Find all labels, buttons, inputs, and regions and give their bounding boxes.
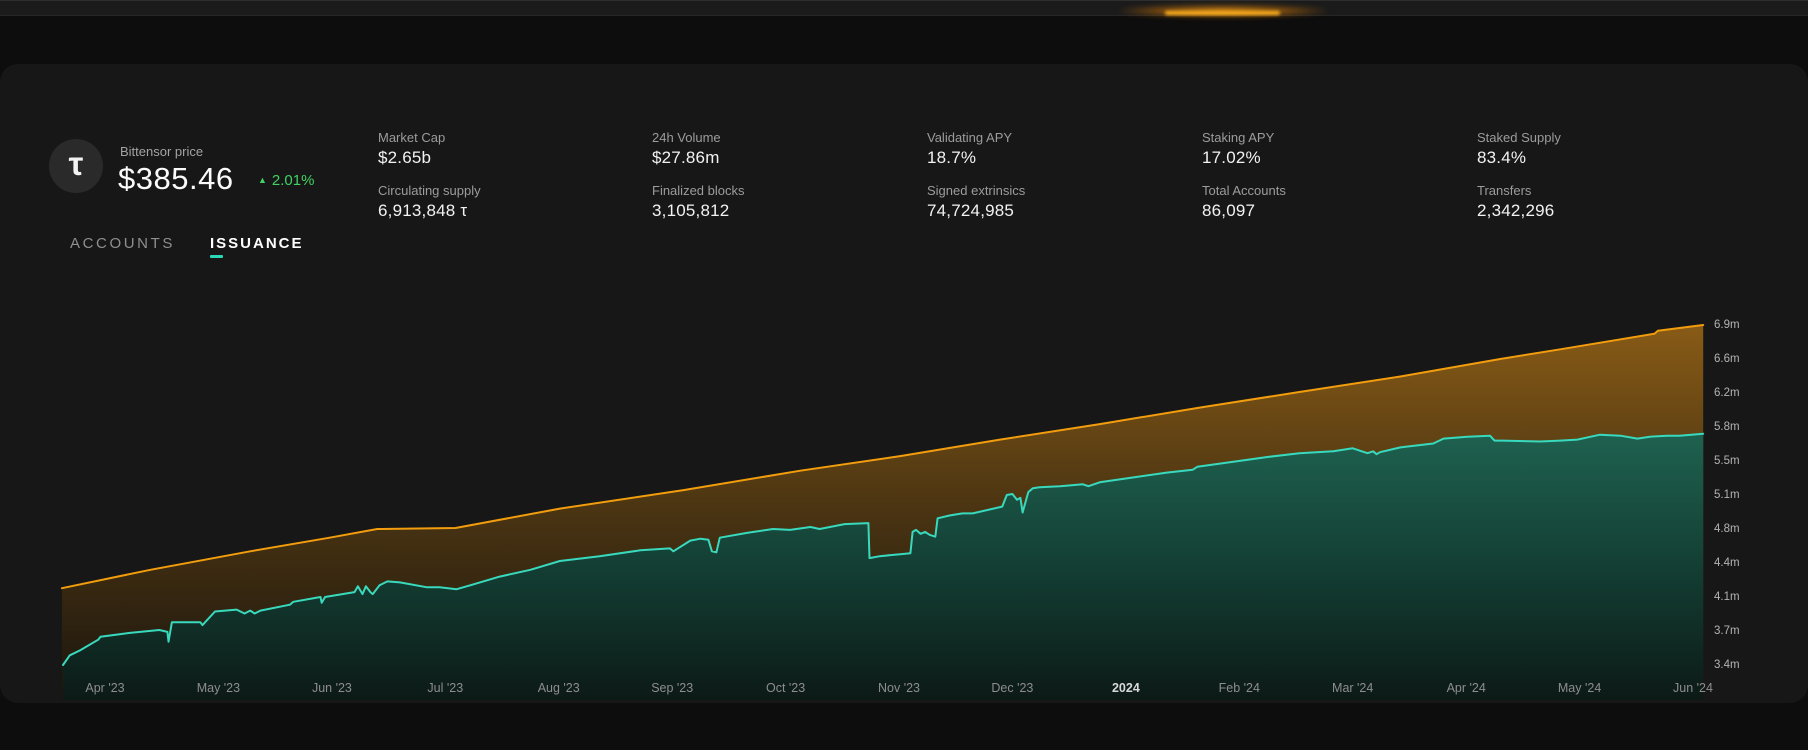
x-axis-tick-label: Jul '23: [427, 681, 463, 695]
x-axis-tick-label: Feb '24: [1219, 681, 1260, 695]
y-axis-tick-label: 4.1m: [1714, 591, 1740, 603]
y-axis-tick-label: 3.7m: [1714, 625, 1740, 637]
issuance-chart[interactable]: 6.9m 6.6m 6.2m 5.8m 5.5m 5.1m 4.8m 4.4m 4.1m 3.7m…: [0, 0, 1808, 750]
y-axis-tick-label: 5.5m: [1714, 455, 1740, 467]
y-axis-tick-label: 4.8m: [1714, 523, 1740, 535]
x-axis-tick-label: Jun '24: [1673, 681, 1713, 695]
x-axis-tick-label: Sep '23: [651, 681, 693, 695]
x-axis-tick-label: Aug '23: [538, 681, 580, 695]
y-axis-tick-label: 5.1m: [1714, 489, 1740, 501]
y-axis-tick-label: 4.4m: [1714, 557, 1740, 569]
x-axis-tick-label: Mar '24: [1332, 681, 1373, 695]
x-axis-tick-label: Apr '23: [85, 681, 124, 695]
x-axis-tick-label: Oct '23: [766, 681, 805, 695]
x-axis-tick-label: May '24: [1558, 681, 1601, 695]
x-axis-tick-label: Apr '24: [1447, 681, 1486, 695]
y-axis-tick-label: 3.4m: [1714, 659, 1740, 671]
y-axis-tick-label: 6.2m: [1714, 387, 1740, 399]
y-axis-tick-label: 6.9m: [1714, 319, 1740, 331]
x-axis-tick-label: Dec '23: [991, 681, 1033, 695]
x-axis-tick-label: May '23: [197, 681, 240, 695]
y-axis-tick-label: 5.8m: [1714, 421, 1740, 433]
y-axis-tick-label: 6.6m: [1714, 353, 1740, 365]
x-axis-tick-label: Jun '23: [312, 681, 352, 695]
x-axis-tick-label: Nov '23: [878, 681, 920, 695]
x-axis-tick-label: 2024: [1112, 681, 1140, 695]
